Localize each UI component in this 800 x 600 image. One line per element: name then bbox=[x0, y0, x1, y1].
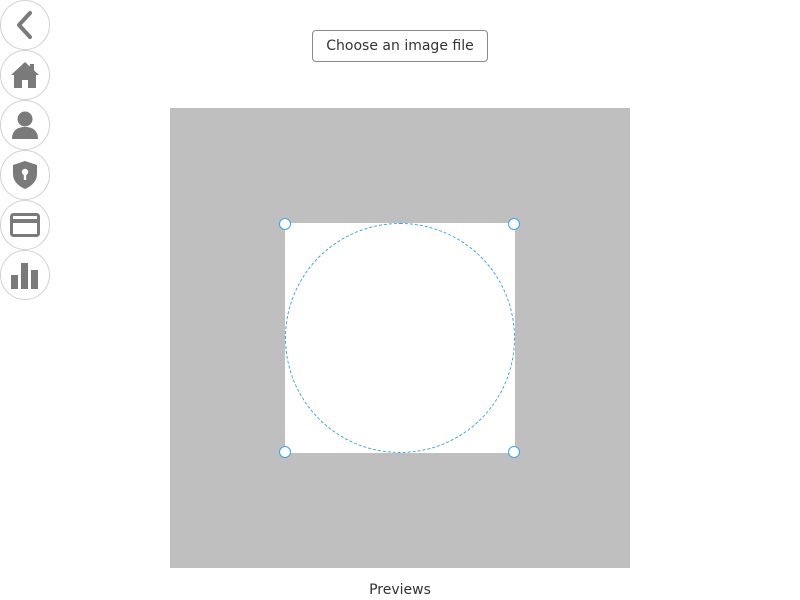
crop-handle-top-left[interactable] bbox=[279, 218, 291, 230]
profile-button[interactable] bbox=[0, 100, 50, 150]
credit-card-icon bbox=[10, 213, 40, 237]
crop-area[interactable] bbox=[279, 218, 520, 458]
crop-handle-top-right[interactable] bbox=[508, 218, 520, 230]
shield-icon bbox=[13, 161, 37, 189]
chevron-left-icon bbox=[17, 11, 32, 39]
choose-image-button[interactable]: Choose an image file bbox=[312, 30, 488, 62]
bar-chart-icon bbox=[11, 263, 38, 289]
crop-handle-bottom-left[interactable] bbox=[279, 446, 291, 458]
stats-button[interactable] bbox=[0, 250, 50, 300]
user-icon bbox=[12, 111, 38, 139]
crop-circle-guide bbox=[285, 223, 515, 453]
crop-handle-bottom-right[interactable] bbox=[508, 446, 520, 458]
crop-stage[interactable] bbox=[170, 108, 630, 568]
home-button[interactable] bbox=[0, 50, 50, 100]
home-icon bbox=[11, 62, 39, 88]
security-button[interactable] bbox=[0, 150, 50, 200]
billing-button[interactable] bbox=[0, 200, 50, 250]
previews-label: Previews bbox=[369, 582, 431, 598]
back-button[interactable] bbox=[0, 0, 50, 50]
image-cropper-page: Choose an image file Previews bbox=[0, 0, 800, 600]
